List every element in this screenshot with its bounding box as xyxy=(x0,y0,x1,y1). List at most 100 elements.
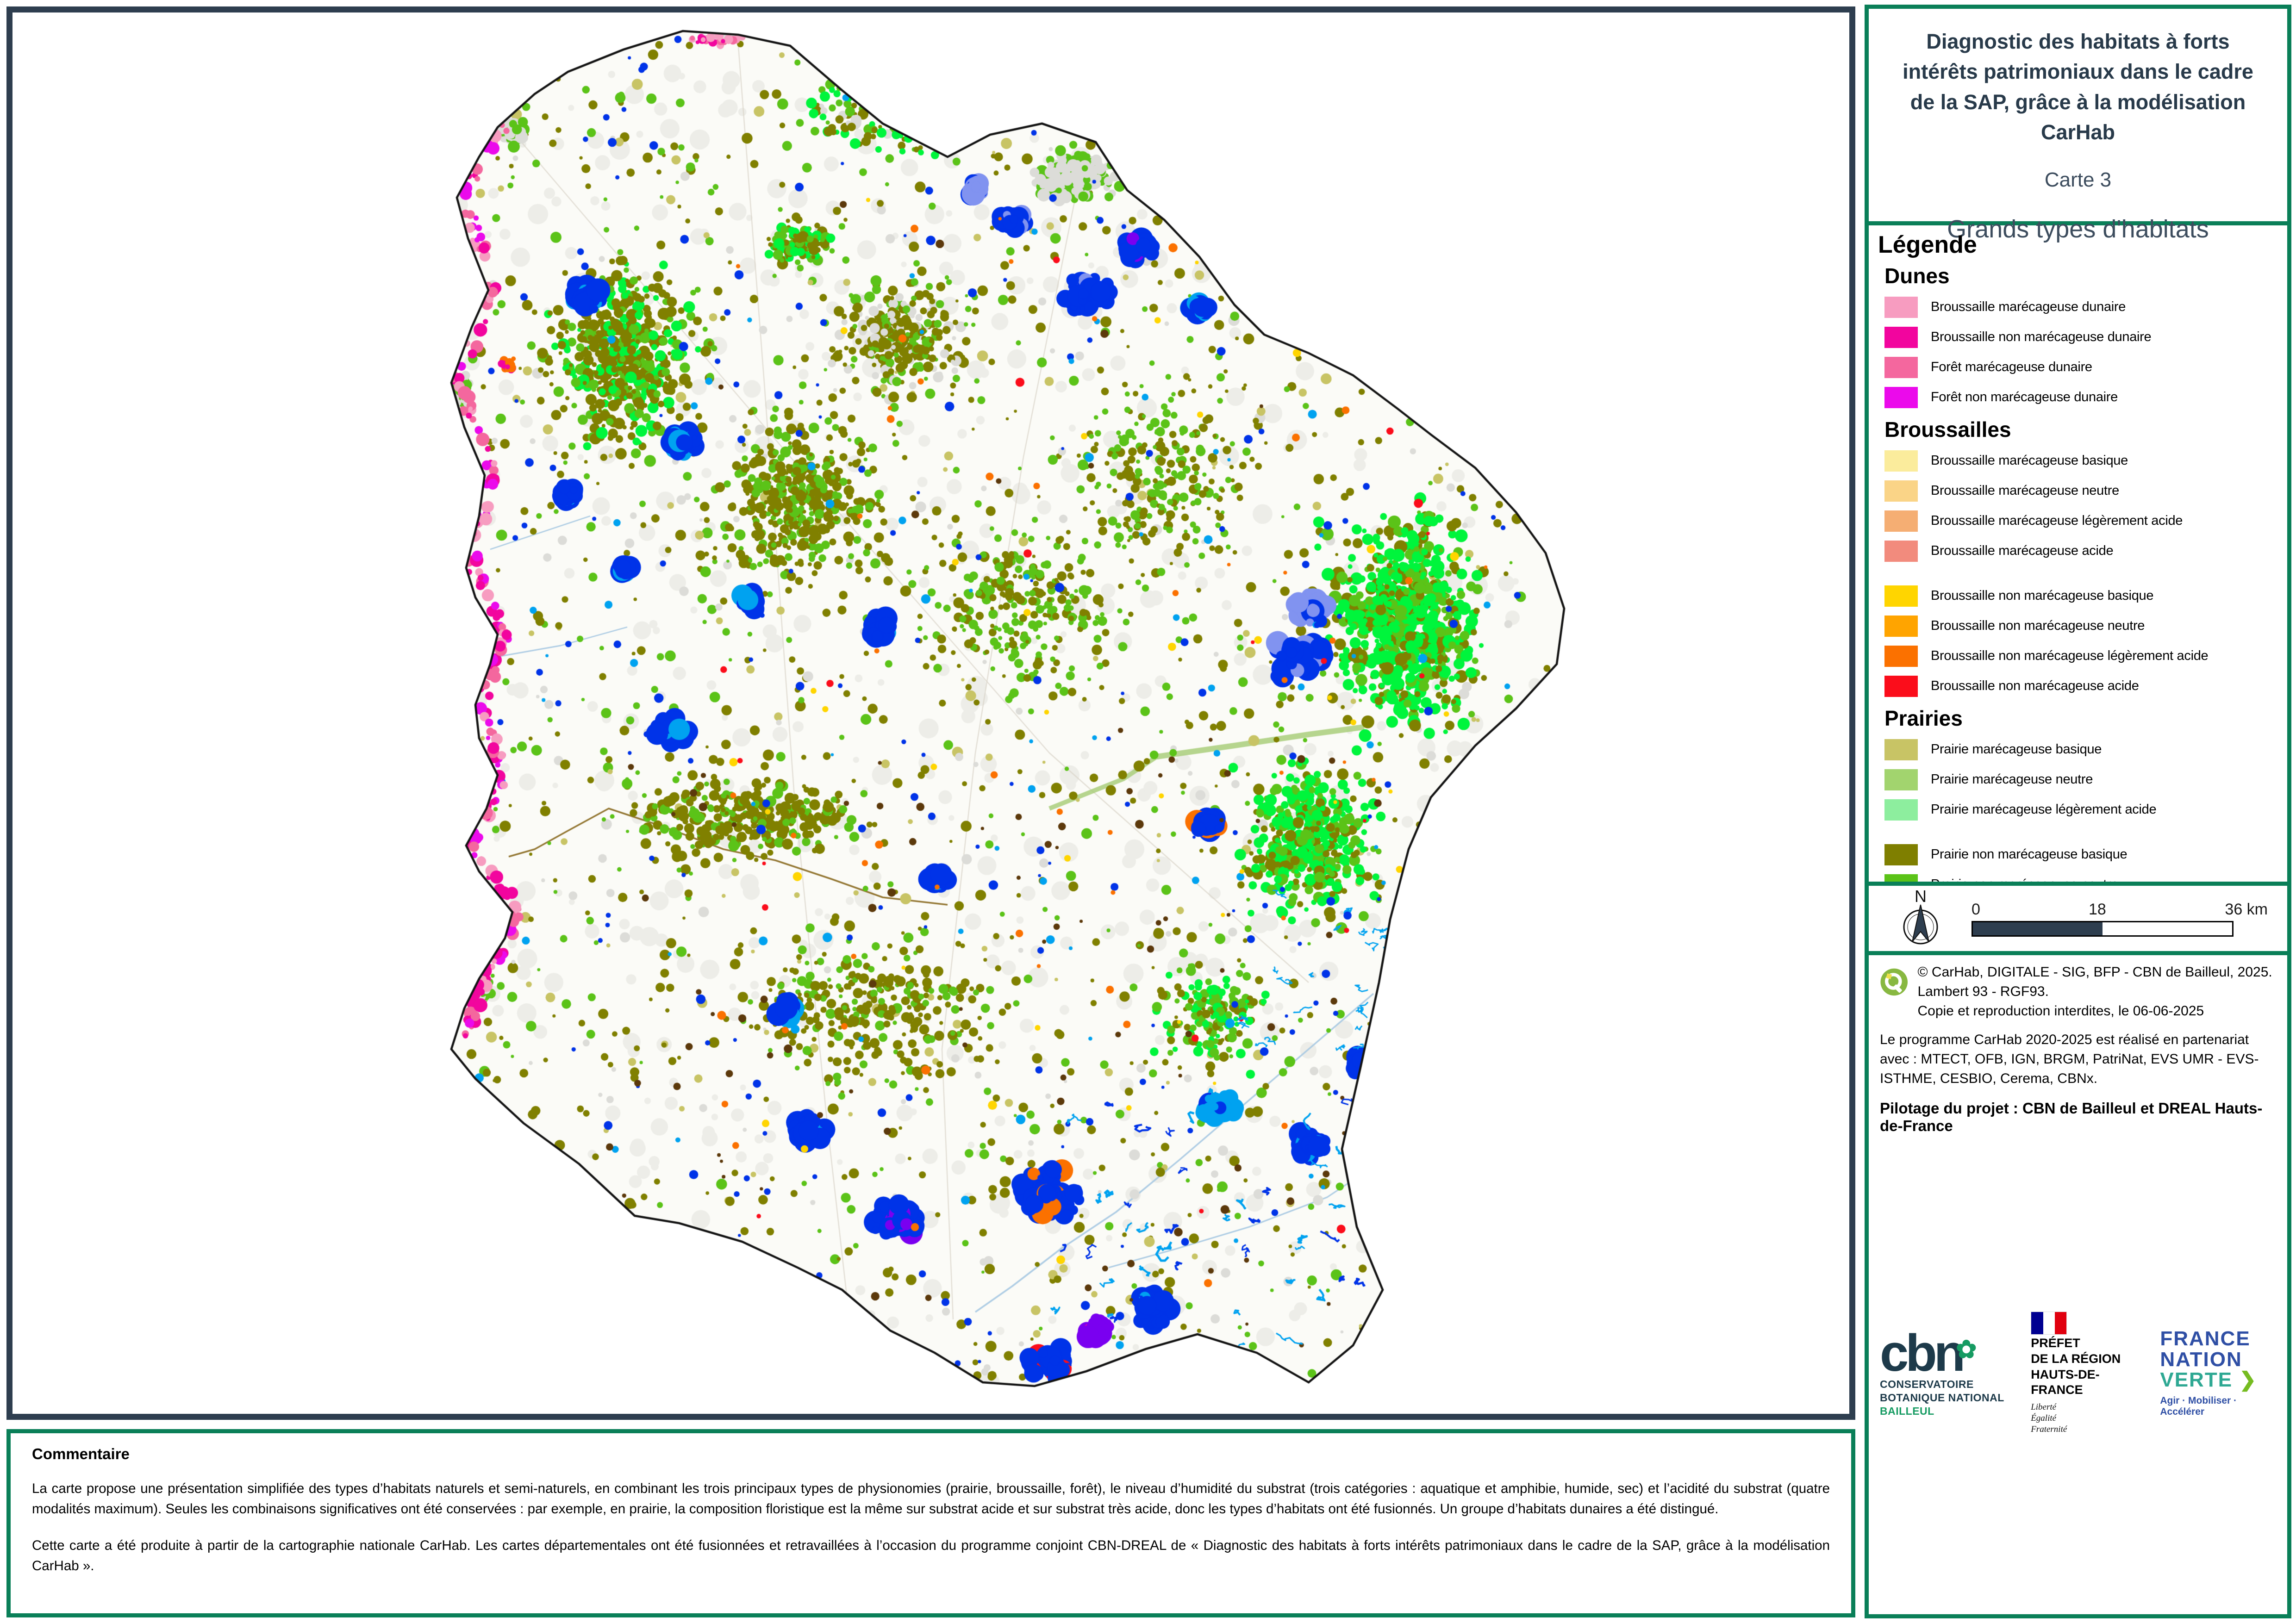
legend-swatch xyxy=(1884,769,1918,790)
france-nation-verte-logo: FRANCE NATION VERTE ❯ Agir · Mobiliser ·… xyxy=(2160,1329,2276,1418)
legend-item-label: Broussaille non marécageuse légèrement a… xyxy=(1931,648,2208,664)
scalebar-tick-0: 0 xyxy=(1972,901,1980,919)
legend-swatch xyxy=(1884,357,1918,378)
legend-groups: Dunes Broussaille marécageuse dunaire Brou… xyxy=(1878,259,2278,886)
legend-gap xyxy=(1878,825,2278,839)
legend-swatch xyxy=(1884,387,1918,408)
legend-item: Broussaille non marécageuse dunaire xyxy=(1884,322,2278,352)
comment-paragraph-1: La carte propose une présentation simpli… xyxy=(32,1479,1830,1520)
fnv-line-2: NATION xyxy=(2160,1349,2276,1370)
legend-item: Prairie marécageuse basique xyxy=(1884,734,2278,765)
comment-panel: Commentaire La carte propose une présent… xyxy=(6,1429,1855,1617)
prefet-line-2: DE LA RÉGION xyxy=(2031,1351,2140,1366)
map-attribution: © CarHab, DIGITALE - SIG, BFP - CBN de B… xyxy=(1917,963,2276,1021)
sidebar: Diagnostic des habitats à forts intérêts… xyxy=(1865,5,2291,1618)
legend-title: Légende xyxy=(1878,231,2278,259)
pilotage-text: Pilotage du projet : CBN de Bailleul et … xyxy=(1880,1100,2276,1135)
page-title: Diagnostic des habitats à forts intérêts… xyxy=(1897,26,2259,147)
legend-item: Broussaille non marécageuse basique xyxy=(1884,581,2278,611)
prefet-motto: Liberté Égalité Fraternité xyxy=(2031,1402,2140,1435)
cbn-bailleul-logo: cbn✿ CONSERVATOIRE BOTANIQUE NATIONAL BA… xyxy=(1880,1329,2010,1418)
legend-group-heading: Dunes xyxy=(1884,263,2278,288)
scale-box: N 0 18 36 km xyxy=(1869,886,2287,955)
scalebar-labels: 0 18 36 km xyxy=(1972,901,2268,921)
fnv-line-1: FRANCE xyxy=(2160,1329,2276,1349)
legend-item: Prairie marécageuse légèrement acide xyxy=(1884,795,2278,825)
legend-item-label: Prairie non marécageuse basique xyxy=(1931,847,2127,862)
qgis-logo-icon xyxy=(1880,963,1908,1001)
map-panel xyxy=(6,6,1855,1420)
legend-item: Prairie non marécageuse basique xyxy=(1884,839,2278,870)
legend-box: Légende Dunes Broussaille marécageuse dun… xyxy=(1869,225,2287,886)
legend-item-label: Broussaille non marécageuse basique xyxy=(1931,588,2153,603)
legend-item: Broussaille marécageuse basique xyxy=(1884,446,2278,476)
legend-item: Prairie marécageuse neutre xyxy=(1884,765,2278,795)
attribution-line-2: Copie et reproduction interdites, le 06-… xyxy=(1917,1001,2276,1021)
legend-swatch xyxy=(1884,297,1918,318)
french-flag-icon xyxy=(2031,1312,2067,1335)
legend-item-label: Prairie marécageuse neutre xyxy=(1931,772,2093,787)
legend-swatch xyxy=(1884,676,1918,697)
legend-swatch xyxy=(1884,541,1918,562)
north-arrow-icon: N xyxy=(1897,888,1945,949)
legend-swatch xyxy=(1884,844,1918,865)
cbn-line-1: CONSERVATOIRE xyxy=(1880,1378,2010,1391)
logos-row: cbn✿ CONSERVATOIRE BOTANIQUE NATIONAL BA… xyxy=(1880,1139,2276,1607)
legend-item: Broussaille marécageuse légèrement acide xyxy=(1884,506,2278,536)
legend-swatch xyxy=(1884,480,1918,502)
map-canvas xyxy=(12,12,1848,1413)
chevron-right-icon: ❯ xyxy=(2239,1368,2257,1391)
prefet-line-3: HAUTS-DE-FRANCE xyxy=(2031,1367,2140,1397)
legend-item-label: Broussaille marécageuse légèrement acide xyxy=(1931,513,2183,529)
scalebar-tick-18: 18 xyxy=(2089,901,2106,919)
cbn-line-3: BAILLEUL xyxy=(1880,1405,2010,1418)
comment-title: Commentaire xyxy=(32,1445,1830,1463)
legend-item-label: Forêt non marécageuse dunaire xyxy=(1931,390,2118,405)
attribution-line-1: © CarHab, DIGITALE - SIG, BFP - CBN de B… xyxy=(1917,963,2276,1001)
prefet-line-1: PRÉFET xyxy=(2031,1336,2140,1350)
legend-item: Broussaille marécageuse dunaire xyxy=(1884,292,2278,322)
legend-item: Prairie non marécageuse neutre xyxy=(1884,870,2278,886)
legend-item-label: Prairie non marécageuse neutre xyxy=(1931,877,2118,886)
legend-gap xyxy=(1878,566,2278,581)
legend-group-heading: Broussailles xyxy=(1884,417,2278,442)
legend-swatch xyxy=(1884,450,1918,472)
legend-item: Broussaille non marécageuse légèrement a… xyxy=(1884,641,2278,671)
legend-item: Forêt marécageuse dunaire xyxy=(1884,352,2278,382)
map-number: Carte 3 xyxy=(2045,168,2111,192)
fnv-line-3: VERTE ❯ xyxy=(2160,1370,2276,1391)
legend-item-label: Broussaille marécageuse neutre xyxy=(1931,483,2119,498)
scalebar-tick-36: 36 km xyxy=(2225,901,2268,919)
legend-item-label: Prairie marécageuse basique xyxy=(1931,742,2102,757)
legend-item: Broussaille marécageuse acide xyxy=(1884,536,2278,566)
scalebar-bar xyxy=(1972,921,2234,937)
legend-item-label: Broussaille marécageuse acide xyxy=(1931,543,2113,559)
legend-group-heading: Prairies xyxy=(1884,706,2278,731)
legend-swatch xyxy=(1884,616,1918,637)
legend-swatch xyxy=(1884,585,1918,607)
legend-swatch xyxy=(1884,874,1918,886)
fnv-tagline: Agir · Mobiliser · Accélérer xyxy=(2160,1395,2276,1418)
credits-box: © CarHab, DIGITALE - SIG, BFP - CBN de B… xyxy=(1869,955,2287,1614)
legend-item: Broussaille non marécageuse acide xyxy=(1884,671,2278,701)
leaf-icon: ✿ xyxy=(1956,1336,1973,1363)
legend-item-label: Broussaille non marécageuse acide xyxy=(1931,678,2139,694)
legend-item: Forêt non marécageuse dunaire xyxy=(1884,382,2278,412)
legend-item-label: Broussaille non marécageuse dunaire xyxy=(1931,330,2151,345)
page: Commentaire La carte propose une présent… xyxy=(0,0,2296,1623)
legend-item-label: Forêt marécageuse dunaire xyxy=(1931,360,2092,375)
legend-swatch xyxy=(1884,510,1918,532)
legend-item-label: Broussaille marécageuse basique xyxy=(1931,453,2128,468)
comment-paragraph-2: Cette carte a été produite à partir de l… xyxy=(32,1536,1830,1577)
title-box: Diagnostic des habitats à forts intérêts… xyxy=(1869,9,2287,225)
north-label: N xyxy=(1915,888,1927,906)
cbn-line-2: BOTANIQUE NATIONAL xyxy=(1880,1391,2010,1405)
cbn-acronym: cbn xyxy=(1880,1324,1962,1382)
scalebar: 0 18 36 km xyxy=(1972,901,2268,937)
legend-item-label: Broussaille marécageuse dunaire xyxy=(1931,299,2126,315)
prefet-region-logo: PRÉFET DE LA RÉGION HAUTS-DE-FRANCE Libe… xyxy=(2031,1312,2140,1435)
legend-swatch xyxy=(1884,646,1918,667)
legend-swatch xyxy=(1884,327,1918,348)
legend-item-label: Broussaille non marécageuse neutre xyxy=(1931,618,2145,634)
legend-item-label: Prairie marécageuse légèrement acide xyxy=(1931,802,2156,817)
